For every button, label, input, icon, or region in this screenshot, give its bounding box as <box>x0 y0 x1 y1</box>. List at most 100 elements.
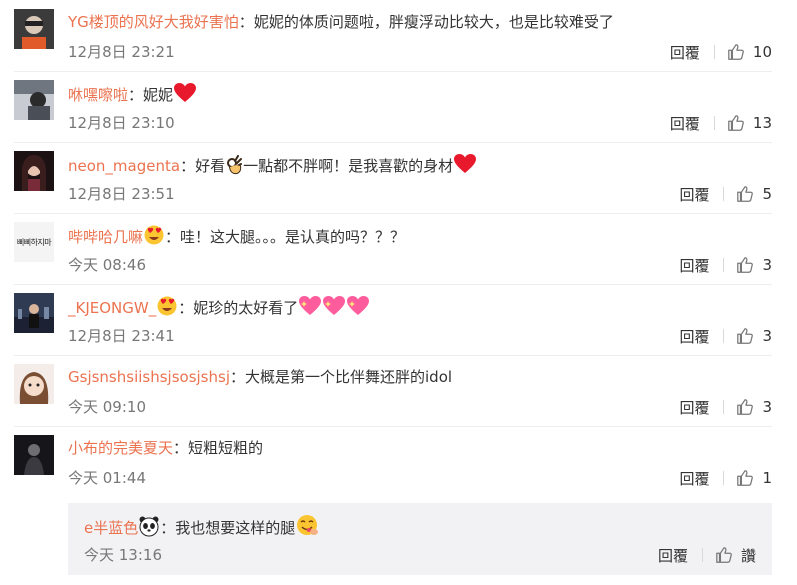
comment-text: 哇！这大腿。。。是认真的吗？？？ <box>180 228 406 246</box>
thumbs-up-icon <box>737 470 754 486</box>
username-link[interactable]: YG楼顶的风好大我好害怕 <box>68 13 239 31</box>
colon: ： <box>128 86 144 104</box>
avatar[interactable] <box>14 435 54 475</box>
divider <box>713 45 715 59</box>
comment-line: 咻嘿嚓啦：妮妮 <box>68 82 197 106</box>
like-button[interactable]: 10 <box>727 43 772 61</box>
reply-button[interactable]: 回覆 <box>679 184 709 205</box>
username-link[interactable]: e半蓝色 <box>84 519 138 537</box>
comment-line: YG楼顶的风好大我好害怕：妮妮的体质问题啦，胖瘦浮动比较大，也是比较难受了 <box>68 11 614 33</box>
divider <box>713 116 715 130</box>
colon: ： <box>178 299 194 317</box>
colon: ： <box>173 439 189 457</box>
sparkling-heart-emoji <box>298 295 322 317</box>
heart-eyes-emoji <box>156 295 178 317</box>
colon: ： <box>238 13 254 31</box>
comment-time: 12月8日 23:10 <box>68 114 175 132</box>
panda-emoji <box>138 515 160 537</box>
comment-actions: 回覆 3 <box>679 396 772 418</box>
reply-button[interactable]: 回覆 <box>679 326 709 347</box>
comment-time: 今天 08:46 <box>68 256 146 274</box>
comment-text: 妮妮 <box>143 86 174 104</box>
reply-button[interactable]: 回覆 <box>658 545 688 566</box>
username-link[interactable]: 小布的完美夏天 <box>68 439 173 457</box>
comment-item: Gsjsnshsiishsjsosjshsj：大概是第一个比伴舞还胖的idol … <box>14 364 772 427</box>
thumbs-up-icon <box>728 115 744 131</box>
colon: ： <box>180 157 196 175</box>
avatar[interactable] <box>14 9 54 49</box>
comment-line: neon_magenta：好看 一點都不胖啊！是我喜歡的身材 <box>68 153 477 177</box>
like-count: 1 <box>762 469 772 487</box>
divider <box>701 548 703 562</box>
divider <box>723 400 725 414</box>
thumbs-up-icon <box>737 399 754 415</box>
comment-item: _KJEONGW_ ：妮珍的太好看了 12月8日 23:41 回覆 3 <box>14 293 772 356</box>
like-button[interactable]: 5 <box>736 185 772 203</box>
reply-button[interactable]: 回覆 <box>679 397 709 418</box>
comment-line: Gsjsnshsiishsjsosjshsj：大概是第一个比伴舞还胖的idol <box>68 366 452 388</box>
like-button[interactable]: 1 <box>736 469 772 487</box>
red-heart-emoji <box>453 153 477 175</box>
like-count: 10 <box>752 43 772 61</box>
username-link[interactable]: Gsjsnshsiishsjsosjshsj <box>68 368 230 386</box>
username-link[interactable]: 哔哔哈几嘛 <box>68 228 143 246</box>
comment-line: 哔哔哈几嘛 ：哇！这大腿。。。是认真的吗？？？ <box>68 224 405 248</box>
red-heart-emoji <box>173 82 197 104</box>
comment-text: 妮珍的太好看了 <box>193 299 299 317</box>
colon: ： <box>160 519 176 537</box>
like-label: 讚 <box>740 546 756 565</box>
comment-actions: 回覆 讚 <box>658 544 756 566</box>
like-count: 3 <box>762 327 772 345</box>
like-button[interactable]: 3 <box>736 256 772 274</box>
comment-text: 我也想要这样的腿 <box>175 519 296 537</box>
comment-line: _KJEONGW_ ：妮珍的太好看了 <box>68 295 370 319</box>
avatar[interactable] <box>14 151 54 191</box>
thumbs-up-icon <box>737 257 754 273</box>
reply-button[interactable]: 回覆 <box>670 42 700 63</box>
comment-time: 今天 01:44 <box>68 469 146 487</box>
like-button[interactable]: 13 <box>727 114 772 132</box>
colon: ： <box>229 368 245 386</box>
comment-text: 好看 <box>195 157 226 175</box>
divider <box>723 258 725 272</box>
comment-text: 短粗短粗的 <box>188 439 264 457</box>
comment-time: 今天 09:10 <box>68 398 146 416</box>
comment-item: 삐삐하지마 哔哔哈几嘛 ：哇！这大腿。。。是认真的吗？？？ 今天 08:46 回覆… <box>14 222 772 285</box>
username-link[interactable]: neon_magenta <box>68 157 180 175</box>
avatar-text: 삐삐하지마 <box>16 237 52 247</box>
thumbs-up-icon <box>737 328 754 344</box>
avatar[interactable] <box>14 293 54 333</box>
like-button[interactable]: 讚 <box>715 545 756 566</box>
divider <box>723 471 725 485</box>
divider <box>723 187 725 201</box>
sparkling-heart-emoji <box>346 295 370 317</box>
like-count: 13 <box>752 114 772 132</box>
comment-actions: 回覆 1 <box>679 467 772 489</box>
avatar[interactable]: 삐삐하지마 <box>14 222 54 262</box>
comment-actions: 回覆 3 <box>679 254 772 276</box>
heart-eyes-emoji <box>143 224 165 246</box>
reply-button[interactable]: 回覆 <box>670 113 700 134</box>
like-count: 5 <box>762 185 772 203</box>
sub-reply: e半蓝色 ：我也想要这样的腿 今天 13:16 回覆 讚 <box>68 503 772 575</box>
avatar[interactable] <box>14 80 54 120</box>
username-link[interactable]: 咻嘿嚓啦 <box>68 86 128 104</box>
username-link[interactable]: _KJEONGW_ <box>68 299 156 317</box>
reply-button[interactable]: 回覆 <box>679 255 709 276</box>
comment-text: 一點都不胖啊！是我喜歡的身材 <box>243 157 454 175</box>
ok-hand-emoji <box>225 155 243 175</box>
divider <box>723 329 725 343</box>
like-button[interactable]: 3 <box>736 398 772 416</box>
comment-text: 大概是第一个比伴舞还胖的idol <box>245 368 453 386</box>
thumbs-up-icon <box>728 44 744 60</box>
comment-time: 12月8日 23:41 <box>68 327 175 345</box>
comment-actions: 回覆 3 <box>679 325 772 347</box>
comment-actions: 回覆 13 <box>670 112 772 134</box>
comment-item: 咻嘿嚓啦：妮妮 12月8日 23:10 回覆 13 <box>14 80 772 143</box>
yummy-face-emoji <box>295 513 319 537</box>
avatar[interactable] <box>14 364 54 404</box>
thumbs-up-icon <box>716 547 732 563</box>
like-button[interactable]: 3 <box>736 327 772 345</box>
like-count: 3 <box>762 398 772 416</box>
reply-button[interactable]: 回覆 <box>679 468 709 489</box>
